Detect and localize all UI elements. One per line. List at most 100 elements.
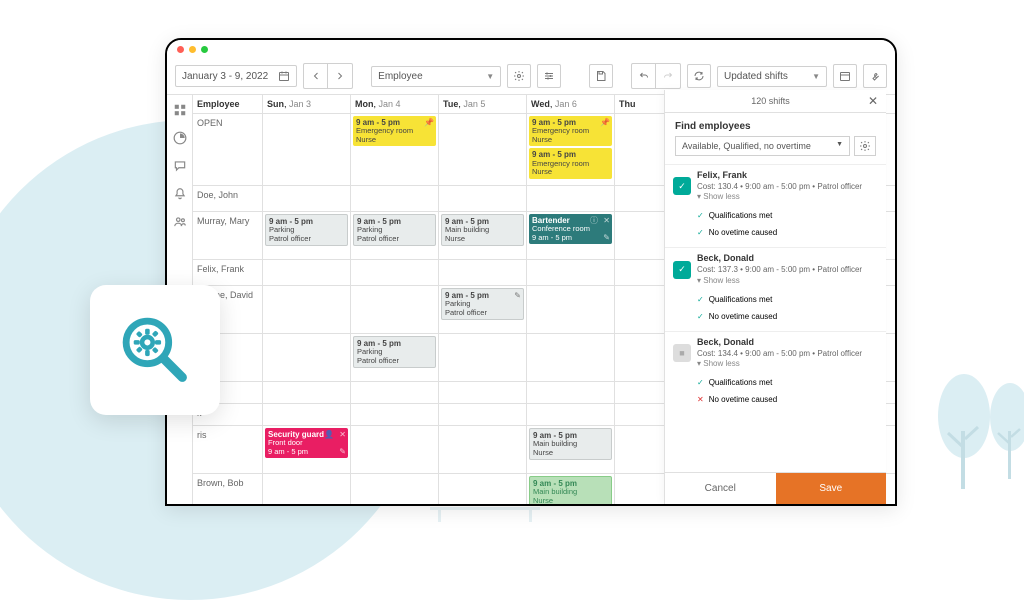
panel-count: 120 shifts — [751, 96, 790, 106]
no-ot-label: No ovetime caused — [709, 312, 777, 321]
qual-met-label: Qualifications met — [709, 211, 773, 220]
undo-button[interactable] — [632, 64, 656, 88]
show-less-toggle[interactable]: ▾ Show less — [697, 276, 740, 285]
candidate-name: Beck, Donald — [697, 253, 754, 263]
show-less-toggle[interactable]: ▾ Show less — [697, 359, 740, 368]
candidate-check-on[interactable]: ✓ — [673, 177, 691, 195]
save-button[interactable]: Save — [776, 473, 887, 504]
candidate-meta: Cost: 130.4 • 9:00 am - 5:00 pm • Patrol… — [697, 182, 862, 191]
panel-filter-label: Available, Qualified, no overtime — [682, 141, 811, 151]
row-label-murray: Murray, Mary — [193, 212, 263, 259]
shift-ris-sun[interactable]: Security guardFront door9 am - 5 pm 👤 ✕ … — [265, 428, 348, 458]
checkmark-icon: ✓ — [697, 211, 704, 220]
shift-murray-tue[interactable]: 9 am - 5 pmMain buildingNurse — [441, 214, 524, 246]
pin-icon: 📌 — [424, 118, 434, 127]
shift-ris-wed[interactable]: 9 am - 5 pmMain buildingNurse — [529, 428, 612, 460]
edit-icon[interactable]: ✎ — [339, 447, 346, 456]
date-range-picker[interactable]: January 3 - 9, 2022 — [175, 65, 297, 87]
window-titlebar — [167, 40, 895, 58]
tools-button[interactable] — [863, 64, 887, 88]
date-range-text: January 3 - 9, 2022 — [182, 71, 268, 82]
candidate-check-off[interactable]: ■ — [673, 344, 691, 362]
row-label-felix: Felix, Frank — [193, 260, 263, 285]
column-header-tue: Tue, Jan 5 — [439, 95, 527, 113]
shift-murray-sun[interactable]: 9 am - 5 pmParkingPatrol officer — [265, 214, 348, 246]
candidate-name: Beck, Donald — [697, 337, 754, 347]
pin-icon: 📌 — [600, 118, 610, 127]
checkmark-icon: ✓ — [697, 312, 704, 321]
calendar-small-icon — [839, 70, 851, 82]
find-employees-panel: 120 shifts ✕ Find employees Available, Q… — [664, 90, 886, 504]
row-label-brown: Brown, Bob — [193, 474, 263, 506]
people-icon[interactable] — [173, 215, 187, 229]
grouping-select-label: Employee — [378, 71, 422, 82]
grouping-select[interactable]: Employee ▼ — [371, 66, 501, 87]
shift-murray-mon[interactable]: 9 am - 5 pmParkingPatrol officer — [353, 214, 436, 246]
employee-candidate[interactable]: ■ Beck, Donald Cost: 134.4 • 9:00 am - 5… — [665, 331, 886, 414]
refresh-button[interactable] — [687, 64, 711, 88]
search-gear-icon — [117, 312, 193, 388]
redo-button[interactable] — [656, 64, 680, 88]
checkmark-icon: ✓ — [697, 295, 704, 304]
shift-murray-wed[interactable]: BartenderConference room9 am - 5 pm ⓘ ✕ … — [529, 214, 612, 244]
person-icon: 👤 — [324, 430, 334, 439]
reports-icon[interactable] — [173, 131, 187, 145]
calendar-icon — [278, 70, 290, 82]
x-icon: ✕ — [697, 395, 704, 404]
shift-open-mon[interactable]: 9 am - 5 pmEmergency roomNurse 📌 — [353, 116, 436, 146]
extra-calendar-button[interactable] — [833, 64, 857, 88]
caret-down-icon: ▼ — [486, 72, 494, 81]
shift-unnamed-mon[interactable]: 9 am - 5 pmParkingPatrol officer — [353, 336, 436, 368]
save-toolbar-button[interactable] — [589, 64, 613, 88]
shift-filter-select[interactable]: Updated shifts ▼ — [717, 66, 827, 87]
gear-icon — [859, 140, 871, 152]
chat-icon[interactable] — [173, 159, 187, 173]
panel-actions: Cancel Save — [665, 472, 886, 504]
window-minimize-icon[interactable] — [189, 46, 196, 53]
row-label-open: OPEN — [193, 114, 263, 185]
feature-badge — [90, 285, 220, 415]
window-maximize-icon[interactable] — [201, 46, 208, 53]
sliders-icon — [543, 70, 555, 82]
qual-met-label: Qualifications met — [709, 295, 773, 304]
settings-button[interactable] — [507, 64, 531, 88]
shift-open-wed-2[interactable]: 9 am - 5 pmEmergency roomNurse — [529, 148, 612, 178]
undo-redo-group — [631, 63, 681, 89]
edit-icon[interactable]: ✎ — [603, 233, 610, 242]
bell-icon[interactable] — [173, 187, 187, 201]
employee-candidate[interactable]: ✓ Beck, Donald Cost: 137.3 • 9:00 am - 5… — [665, 247, 886, 330]
checkmark-icon: ✓ — [697, 228, 704, 237]
prev-week-button[interactable] — [304, 64, 328, 88]
edit-icon[interactable]: ✎ — [514, 291, 521, 300]
employee-candidate[interactable]: ✓ Felix, Frank Cost: 130.4 • 9:00 am - 5… — [665, 164, 886, 247]
caret-down-icon: ▼ — [836, 141, 843, 151]
employee-list: ✓ Felix, Frank Cost: 130.4 • 9:00 am - 5… — [665, 164, 886, 472]
candidate-check-on[interactable]: ✓ — [673, 261, 691, 279]
panel-filter-select[interactable]: Available, Qualified, no overtime ▼ — [675, 136, 850, 156]
candidate-name: Felix, Frank — [697, 170, 747, 180]
shift-brown-wed[interactable]: 9 am - 5 pmMain buildingNurse — [529, 476, 612, 506]
filter-button[interactable] — [537, 64, 561, 88]
panel-header: 120 shifts ✕ — [665, 90, 886, 113]
grid-icon[interactable] — [173, 103, 187, 117]
qual-met-label: Qualifications met — [709, 378, 773, 387]
close-icon[interactable]: ✕ — [339, 430, 346, 439]
cancel-button[interactable]: Cancel — [665, 473, 776, 504]
shift-proline-tue[interactable]: 9 am - 5 pmParkingPatrol officer ✎ — [441, 288, 524, 320]
panel-close-button[interactable]: ✕ — [868, 94, 878, 108]
gear-icon — [513, 70, 525, 82]
panel-filter-row: Available, Qualified, no overtime ▼ — [675, 136, 876, 156]
panel-filter-settings[interactable] — [854, 136, 876, 156]
next-week-button[interactable] — [328, 64, 352, 88]
window-close-icon[interactable] — [177, 46, 184, 53]
close-icon[interactable]: ✕ — [603, 216, 610, 225]
show-less-toggle[interactable]: ▾ Show less — [697, 192, 740, 201]
wrench-icon — [869, 70, 881, 82]
no-ot-label: No ovetime caused — [709, 228, 777, 237]
panel-title: Find employees — [665, 113, 886, 136]
column-header-mon: Mon, Jan 4 — [351, 95, 439, 113]
caret-down-icon: ▼ — [812, 72, 820, 81]
shift-open-wed-1[interactable]: 9 am - 5 pmEmergency roomNurse 📌 — [529, 116, 612, 146]
candidate-meta: Cost: 134.4 • 9:00 am - 5:00 pm • Patrol… — [697, 349, 862, 358]
row-label-doe: Doe, John — [193, 186, 263, 211]
